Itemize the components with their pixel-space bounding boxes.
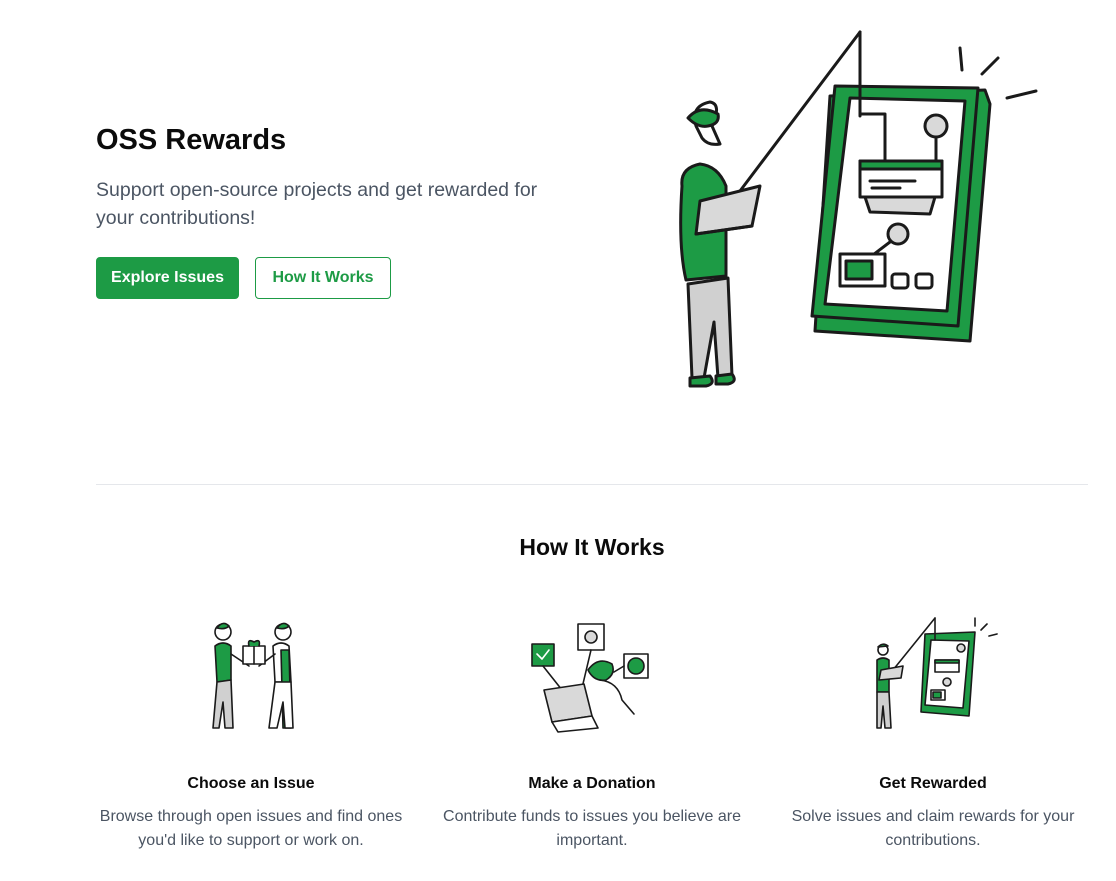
how-it-works-title: How It Works	[519, 534, 665, 560]
step-description: Contribute funds to issues you believe a…	[443, 808, 741, 849]
hero-section: OSS Rewards Support open-source projects…	[0, 0, 1116, 420]
hero-subtitle: Support open-source projects and get rew…	[96, 179, 538, 229]
step-choose-issue: Choose an Issue Browse through open issu…	[81, 610, 421, 853]
step-title: Get Rewarded	[879, 775, 987, 792]
step-title: Choose an Issue	[187, 775, 315, 792]
handing-gift-illustration	[212, 622, 294, 729]
step-title: Make a Donation	[528, 775, 656, 792]
step-make-donation: Make a Donation Contribute funds to issu…	[422, 610, 762, 853]
step-description: Browse through open issues and find ones…	[99, 808, 403, 849]
person-fishing-app-illustration	[679, 30, 1038, 388]
how-it-works-button[interactable]: How It Works	[255, 257, 391, 299]
step-description: Solve issues and claim rewards for your …	[791, 808, 1075, 849]
person-fishing-app-illustration	[876, 617, 998, 729]
person-at-laptop-illustration	[531, 623, 649, 733]
step-get-rewarded: Get Rewarded Solve issues and claim rewa…	[763, 610, 1103, 853]
explore-issues-button[interactable]: Explore Issues	[96, 257, 239, 299]
hero-title: OSS Rewards	[96, 124, 287, 156]
section-divider	[96, 484, 1088, 485]
